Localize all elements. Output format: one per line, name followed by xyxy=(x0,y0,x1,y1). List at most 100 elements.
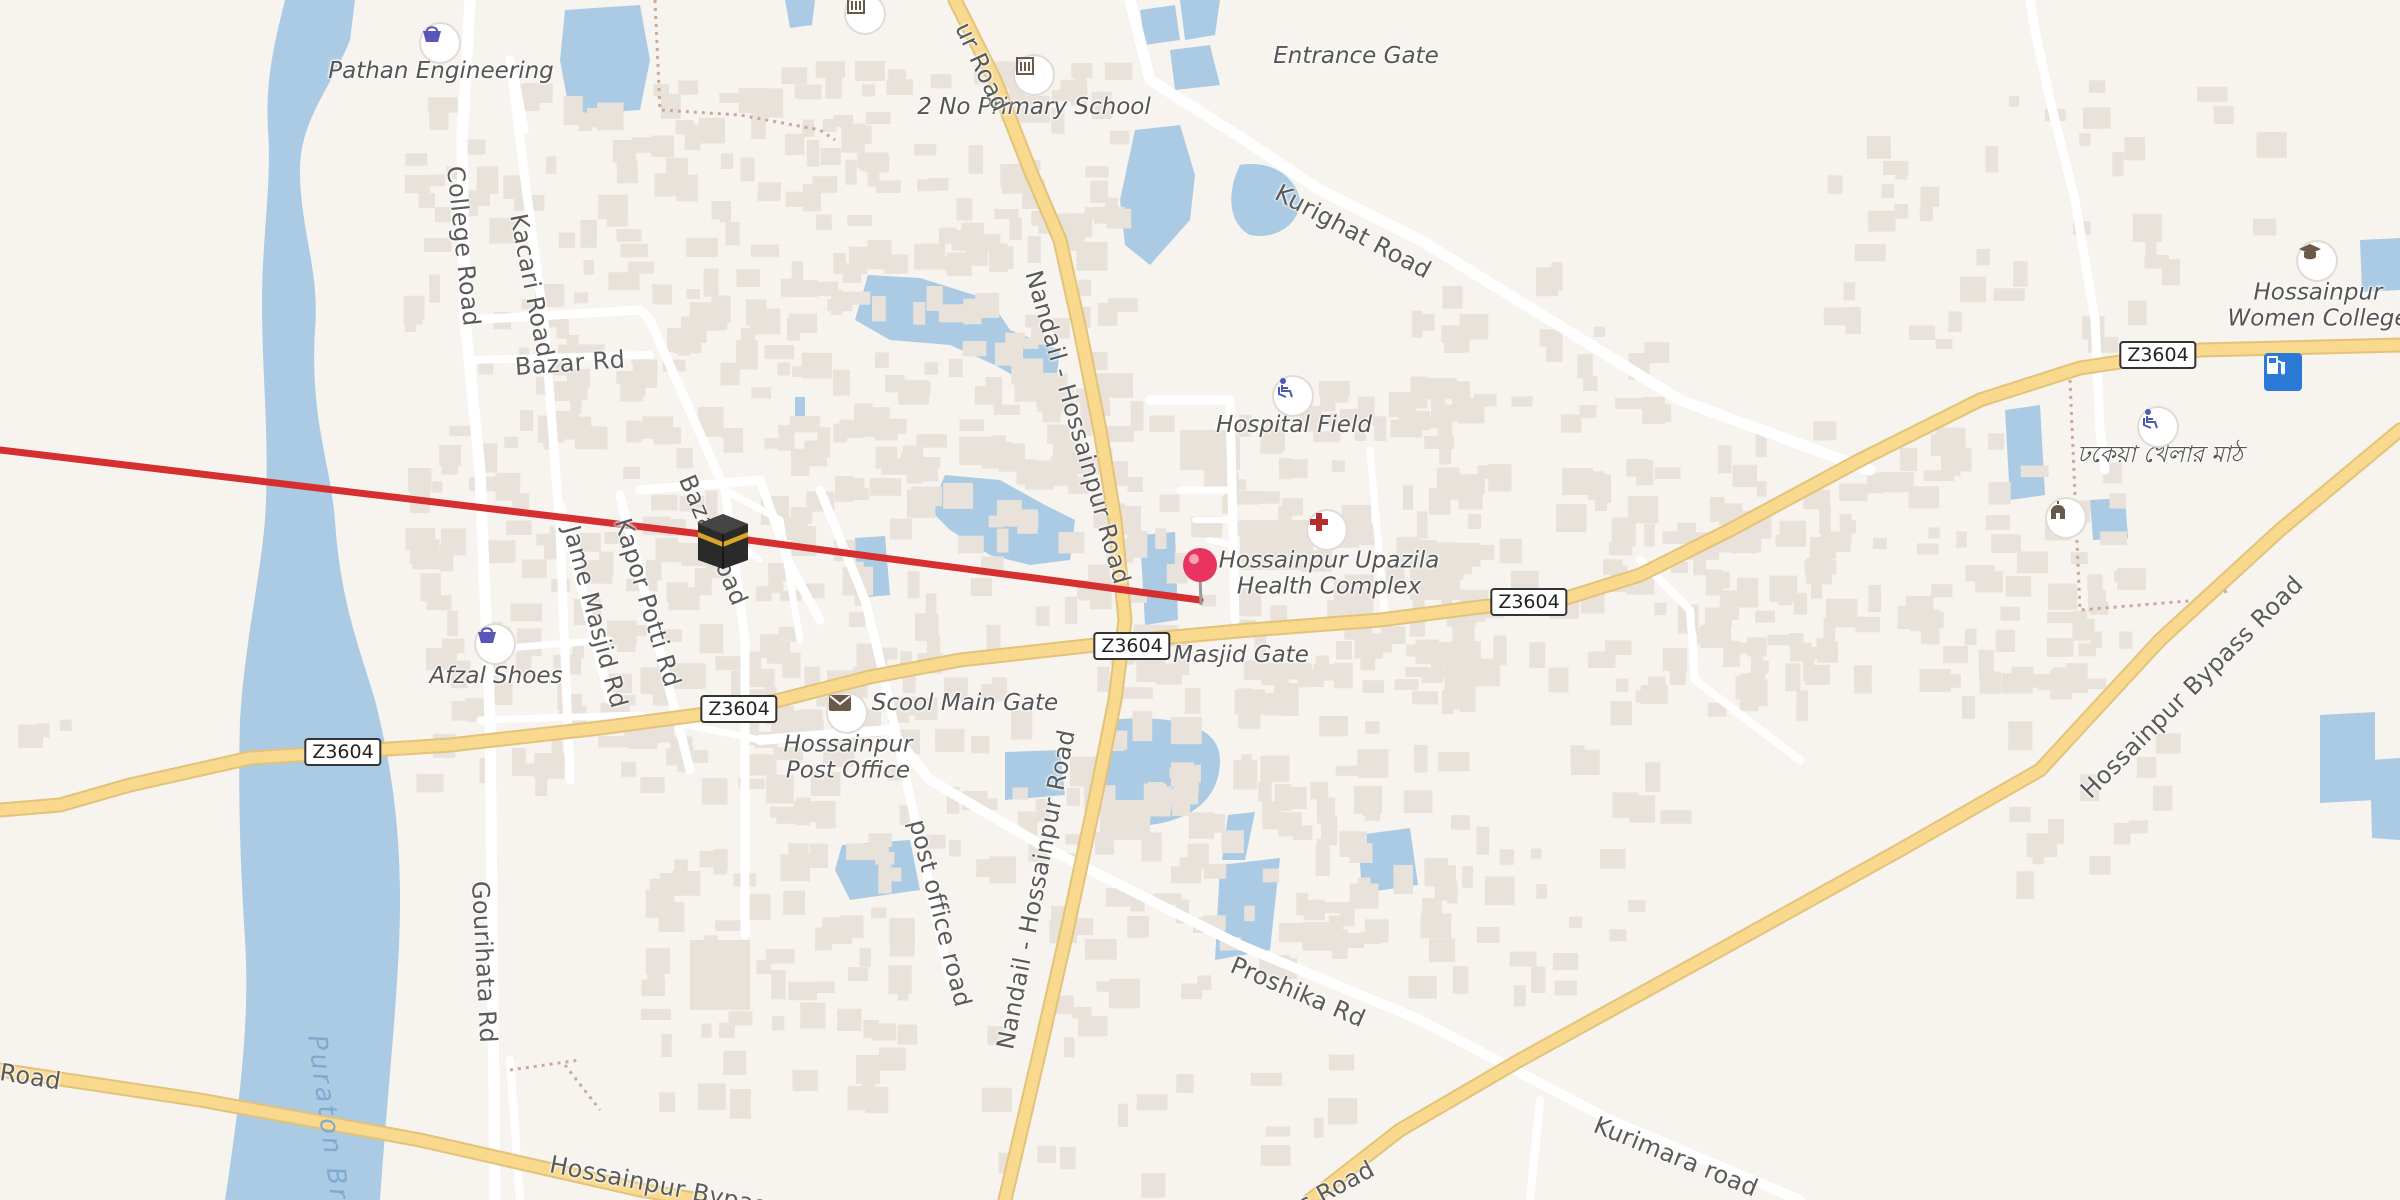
building xyxy=(412,550,443,570)
building xyxy=(1897,605,1928,629)
building xyxy=(1159,786,1172,811)
building xyxy=(771,970,786,1000)
label-school-main-gate[interactable]: Scool Main Gate xyxy=(872,690,1058,716)
building xyxy=(2087,574,2103,591)
graduation-cap-icon[interactable] xyxy=(2298,242,2336,280)
building xyxy=(815,61,845,78)
building xyxy=(1513,985,1526,1007)
building xyxy=(1948,311,1962,332)
building xyxy=(1962,696,1975,719)
building xyxy=(1172,790,1191,816)
shopping-basket-icon[interactable] xyxy=(476,625,514,663)
label-primary-school[interactable]: 2 No Primary School xyxy=(917,94,1150,120)
sports-field-icon[interactable] xyxy=(1274,377,1312,415)
building xyxy=(862,84,876,97)
building xyxy=(1718,445,1732,474)
building xyxy=(620,243,648,258)
building xyxy=(1854,665,1872,694)
fuel-station-icon[interactable] xyxy=(2264,353,2302,391)
building xyxy=(1197,975,1212,990)
building xyxy=(719,92,741,103)
building xyxy=(782,652,801,678)
label-women-college[interactable]: Hossainpur Women College xyxy=(2227,280,2400,333)
sports-field-icon[interactable] xyxy=(2139,408,2177,446)
building xyxy=(1429,938,1456,963)
building xyxy=(994,208,1019,220)
building xyxy=(1493,635,1507,665)
building xyxy=(786,317,800,341)
building xyxy=(2078,643,2097,657)
building xyxy=(1872,537,1887,550)
temple-icon[interactable] xyxy=(2047,499,2085,537)
route-shield: Z3604 xyxy=(304,738,382,766)
map-canvas[interactable]: Pathan Engineering Entrance Gate 2 No Pr… xyxy=(0,0,2400,1200)
building xyxy=(1778,590,1792,606)
building xyxy=(1941,462,1961,477)
building xyxy=(1238,700,1261,729)
building xyxy=(988,515,1006,528)
building xyxy=(616,229,642,242)
building xyxy=(907,571,920,599)
shopping-basket-icon[interactable] xyxy=(421,24,459,62)
building xyxy=(1445,472,1459,500)
building xyxy=(570,387,582,414)
building xyxy=(1959,276,1986,303)
building xyxy=(1159,494,1180,513)
label-health-complex[interactable]: Hossainpur Upazila Health Complex xyxy=(1219,548,1440,601)
building xyxy=(841,123,865,153)
building xyxy=(1071,1006,1092,1019)
building xyxy=(847,967,869,981)
label-post-office[interactable]: Hossainpur Post Office xyxy=(783,732,912,785)
building xyxy=(701,1023,712,1038)
building xyxy=(510,603,542,622)
building xyxy=(1438,752,1470,772)
building xyxy=(558,232,576,249)
building xyxy=(835,476,854,502)
building xyxy=(2047,819,2065,845)
building xyxy=(2117,568,2146,590)
building xyxy=(1978,649,1994,677)
building xyxy=(792,1070,818,1092)
building xyxy=(1855,616,1880,633)
building xyxy=(720,362,740,386)
label-afzal-shoes[interactable]: Afzal Shoes xyxy=(429,663,562,689)
building xyxy=(995,342,1024,366)
hospital-cross-icon[interactable] xyxy=(1308,511,1346,549)
building xyxy=(495,472,521,501)
building xyxy=(2213,105,2234,125)
label-health-complex-line2: Health Complex xyxy=(1236,574,1422,600)
building xyxy=(1118,1103,1129,1127)
building xyxy=(715,920,743,931)
label-post-office-line2: Post Office xyxy=(785,758,911,784)
building xyxy=(842,291,871,305)
building xyxy=(956,198,973,221)
label-masjid-gate[interactable]: Masjid Gate xyxy=(1173,642,1309,668)
building xyxy=(1839,483,1868,501)
school-icon[interactable] xyxy=(1015,56,1053,94)
building xyxy=(2089,80,2106,93)
building xyxy=(799,709,822,732)
building xyxy=(961,222,984,238)
building xyxy=(1425,378,1457,400)
building xyxy=(985,377,1003,403)
building xyxy=(1027,236,1041,264)
building xyxy=(1536,884,1548,899)
building xyxy=(1060,1147,1076,1170)
building xyxy=(1365,721,1380,734)
post-office-envelope-icon[interactable] xyxy=(828,694,866,732)
building xyxy=(1331,460,1345,473)
building xyxy=(1078,279,1092,296)
building xyxy=(914,143,937,156)
building xyxy=(1279,459,1308,479)
building xyxy=(723,1050,747,1075)
label-entrance-gate[interactable]: Entrance Gate xyxy=(1273,43,1438,69)
building xyxy=(2047,612,2077,624)
building xyxy=(1188,812,1214,839)
building xyxy=(1078,1015,1108,1037)
building xyxy=(1072,218,1091,231)
label-hospital-field[interactable]: Hospital Field xyxy=(1216,412,1372,438)
building xyxy=(512,748,526,776)
building xyxy=(1804,664,1831,685)
building xyxy=(486,540,516,564)
building xyxy=(1130,401,1144,431)
